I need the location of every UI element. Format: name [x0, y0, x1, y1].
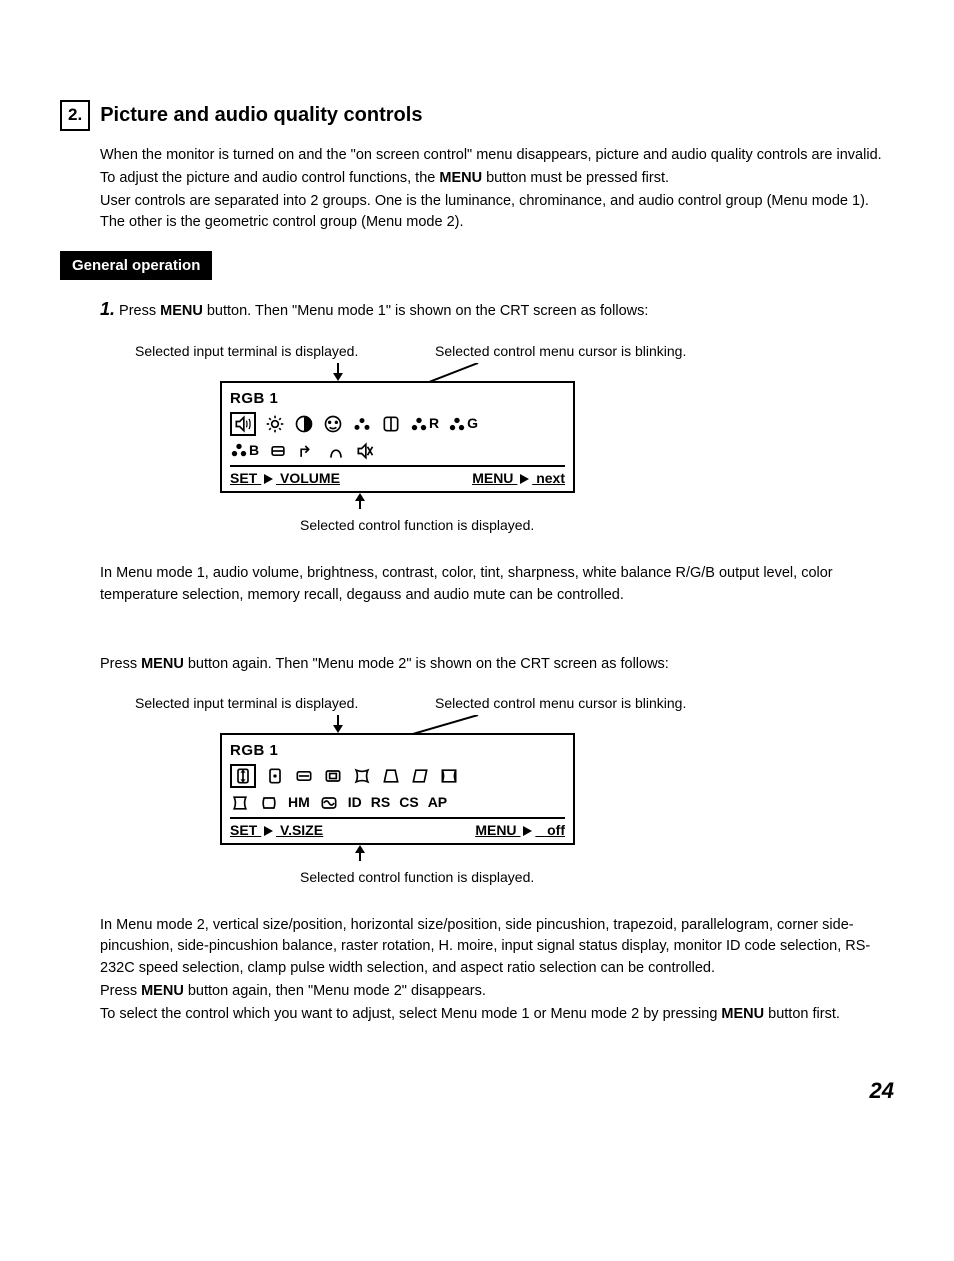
general-operation-header: General operation — [60, 251, 212, 281]
osd2-bottom-callout: Selected control function is displayed. — [300, 867, 894, 887]
section-title: Picture and audio quality controls — [100, 101, 422, 130]
intro-p3: User controls are separated into 2 group… — [100, 191, 894, 233]
hpos-icon — [323, 765, 343, 786]
intro-p1: When the monitor is turned on and the "o… — [100, 145, 894, 166]
osd2-input-label: RGB 1 — [230, 740, 565, 762]
recall-icon — [297, 440, 317, 461]
osd1-screen: RGB 1 R G B SET VOLUME MENU next — [220, 381, 575, 493]
mute-icon — [355, 440, 375, 461]
osd2-top-callouts: Selected input terminal is displayed. Se… — [135, 693, 894, 713]
hmoire-label: HM — [288, 792, 310, 812]
osd2-icon-row2: HM ID RS CS AP — [230, 792, 565, 813]
intro-p2: To adjust the picture and audio control … — [100, 168, 894, 189]
cs-label: CS — [399, 792, 418, 812]
id-label: ID — [348, 792, 362, 812]
corner-pin-icon — [439, 765, 459, 786]
osd1-menu: MENU next — [472, 468, 565, 488]
degauss-icon — [326, 440, 346, 461]
osd1-bottom-callout: Selected control function is displayed. — [300, 515, 894, 535]
osd2-screen-wrap: RGB 1 HM ID RS CS AP SET V.SIZE MENU off — [220, 715, 894, 861]
rotation-icon — [259, 792, 279, 813]
step-2: Press MENU button again. Then "Menu mode… — [100, 654, 894, 675]
callout-cursor-blinking: Selected control menu cursor is blinking… — [435, 341, 686, 361]
ap-label: AP — [428, 792, 447, 812]
osd1-screen-wrap: RGB 1 R G B SET VOLUME MENU next — [220, 363, 894, 509]
volume-icon — [230, 412, 256, 436]
colortemp-icon — [268, 440, 288, 461]
section-header: 2. Picture and audio quality controls — [60, 100, 894, 131]
osd2-screen: RGB 1 HM ID RS CS AP SET V.SIZE MENU off — [220, 733, 575, 845]
parallelogram-icon — [410, 765, 430, 786]
mode1-description: In Menu mode 1, audio volume, brightness… — [100, 563, 894, 605]
osd2-footer: SET V.SIZE MENU off — [230, 817, 565, 840]
hsize-icon — [294, 765, 314, 786]
section-number-box: 2. — [60, 100, 90, 131]
color-icon — [323, 413, 343, 434]
rs-label: RS — [371, 792, 390, 812]
osd1-footer: SET VOLUME MENU next — [230, 465, 565, 488]
vpos-icon — [265, 765, 285, 786]
wb-b-icon: B — [230, 440, 259, 460]
callout-input-terminal-2: Selected input terminal is displayed. — [135, 693, 405, 713]
osd2-menu: MENU off — [475, 820, 565, 840]
trapezoid-icon — [381, 765, 401, 786]
callout-input-terminal: Selected input terminal is displayed. — [135, 341, 405, 361]
osd1-top-callouts: Selected input terminal is displayed. Se… — [135, 341, 894, 361]
step-1: 1. Press MENU button. Then "Menu mode 1"… — [100, 296, 894, 322]
moire-icon — [319, 792, 339, 813]
pinbalance-icon — [230, 792, 250, 813]
wb-r-icon: R — [410, 413, 439, 433]
vsize-icon — [230, 764, 256, 788]
brightness-icon — [265, 413, 285, 434]
osd2-icon-row1 — [230, 764, 565, 788]
mode2-description: In Menu mode 2, vertical size/position, … — [100, 915, 894, 1024]
page-number: 24 — [60, 1075, 894, 1107]
sharpness-icon — [381, 413, 401, 434]
osd1-icon-row2: B — [230, 440, 565, 461]
wb-g-icon: G — [448, 413, 478, 433]
osd1-input-label: RGB 1 — [230, 388, 565, 410]
intro-paragraphs: When the monitor is turned on and the "o… — [100, 145, 894, 233]
pincushion-icon — [352, 765, 372, 786]
osd1-icon-row1: R G — [230, 412, 565, 436]
osd2-set: SET V.SIZE — [230, 820, 323, 840]
tint-icon — [352, 413, 372, 434]
contrast-icon — [294, 413, 314, 434]
osd1-set: SET VOLUME — [230, 468, 340, 488]
callout-cursor-blinking-2: Selected control menu cursor is blinking… — [435, 693, 686, 713]
